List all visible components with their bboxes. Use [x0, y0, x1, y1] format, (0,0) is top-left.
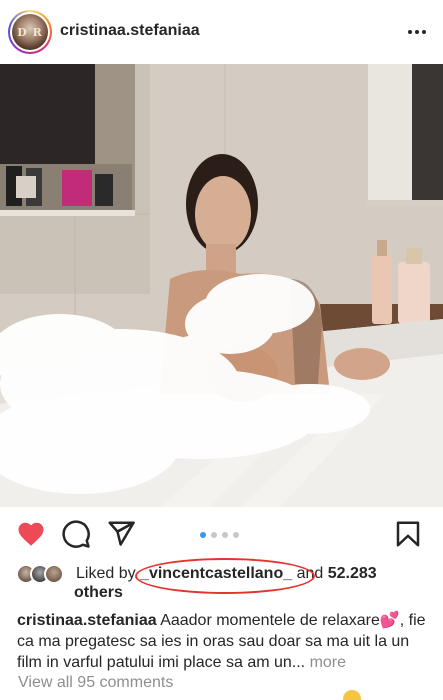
post-header: D R cristinaa.stefaniaa	[0, 0, 443, 64]
bookmark-icon[interactable]	[393, 519, 423, 549]
carousel-indicator	[200, 532, 239, 538]
emoji-icon	[343, 690, 361, 700]
more-options-icon[interactable]	[405, 20, 429, 44]
share-icon[interactable]	[106, 519, 136, 549]
post-caption: cristinaa.stefaniaa Aaador momentele de …	[17, 610, 432, 673]
heart-icon[interactable]	[16, 519, 46, 549]
avatar-monogram: D R	[17, 25, 43, 39]
likes-others[interactable]: others	[74, 583, 123, 602]
post-actions	[0, 515, 443, 555]
avatar	[44, 564, 64, 584]
carousel-dot	[200, 532, 206, 538]
avatar[interactable]: D R	[8, 10, 52, 54]
caption-username[interactable]: cristinaa.stefaniaa	[17, 612, 157, 629]
carousel-dot	[233, 532, 239, 538]
post-username[interactable]: cristinaa.stefaniaa	[60, 22, 200, 40]
likes-count[interactable]: 52.283	[328, 565, 377, 582]
comment-icon[interactable]	[61, 519, 91, 549]
post-photo[interactable]	[0, 64, 443, 507]
likes-and: and	[296, 565, 324, 582]
view-comments-link[interactable]: View all 95 comments	[18, 674, 173, 692]
liker-avatars	[16, 564, 72, 586]
likes-prefix: Liked by	[76, 565, 136, 582]
carousel-dot	[222, 532, 228, 538]
likes-text: Liked by _vincentcastellano_ and 52.283	[76, 564, 436, 583]
liker-username[interactable]: _vincentcastellano_	[140, 565, 292, 582]
carousel-dot	[211, 532, 217, 538]
caption-more-link[interactable]: more	[310, 654, 346, 671]
